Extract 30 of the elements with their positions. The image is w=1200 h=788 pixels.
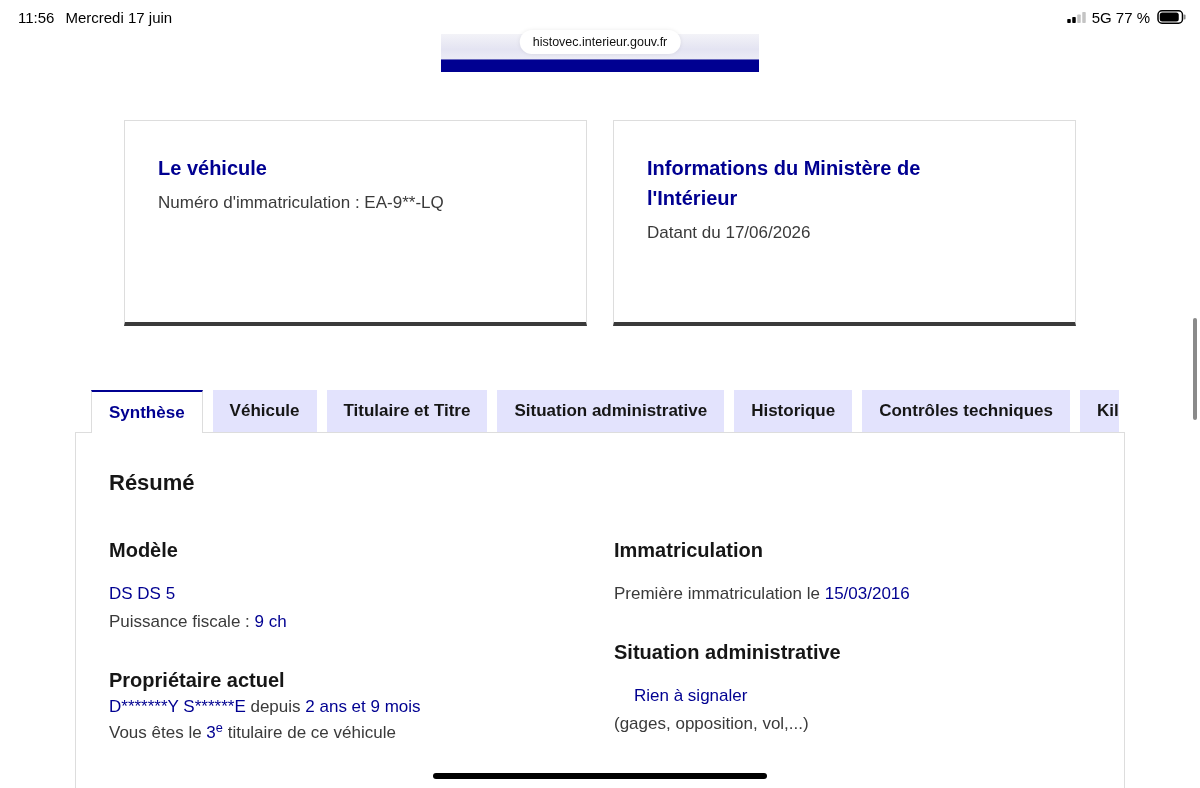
info-text: (gages, opposition, vol,...): [614, 713, 810, 735]
info-text: Vous êtes le 3$^{e}$ titulaire de ce véhicule: [109, 720, 397, 744]
section-title: Résumé: [109, 469, 196, 497]
time-text: 11:56: [18, 8, 55, 26]
date-text: Mercredi 17 juin: [65, 8, 173, 26]
status-text: Rien à signaler: [633, 685, 749, 707]
tab[interactable]: Situation administrative: [497, 390, 725, 432]
section-heading: Propriétaire actuel: [109, 668, 286, 693]
tab[interactable]: Kil: [1080, 390, 1119, 432]
address-bar[interactable]: histovec.interieur.gouv.fr: [519, 30, 681, 54]
card-title: Le véhicule: [158, 156, 268, 181]
info-text: D*******Y S******E depuis 2 ans et 9 mois: [109, 696, 422, 718]
card-title: Informations du Ministère de l'Intérieur: [647, 156, 922, 211]
section-heading: Situation administrative: [614, 640, 842, 665]
battery-icon: [1157, 10, 1186, 24]
tab[interactable]: Titulaire et Titre: [326, 390, 488, 432]
card-text: Datant du 17/06/2026: [647, 222, 812, 244]
info-text: Première immatriculation le 15/03/2016: [614, 583, 911, 605]
signal-icon: [1066, 11, 1086, 23]
battery-text: 77 %: [1115, 8, 1150, 26]
section-heading: Immatriculation: [614, 538, 764, 563]
tab[interactable]: Véhicule: [212, 390, 317, 432]
info-text: DS DS 5: [109, 583, 177, 605]
tab[interactable]: Synthèse: [91, 390, 203, 433]
tab[interactable]: Contrôles techniques: [862, 390, 1070, 432]
card-text: Numéro d'immatriculation : EA-9**-LQ: [158, 192, 445, 214]
tab[interactable]: Historique: [734, 390, 853, 432]
network-text: 5G: [1091, 8, 1112, 26]
section-heading: Modèle: [109, 538, 179, 563]
info-text: Puissance fiscale : 9 ch: [109, 611, 288, 633]
